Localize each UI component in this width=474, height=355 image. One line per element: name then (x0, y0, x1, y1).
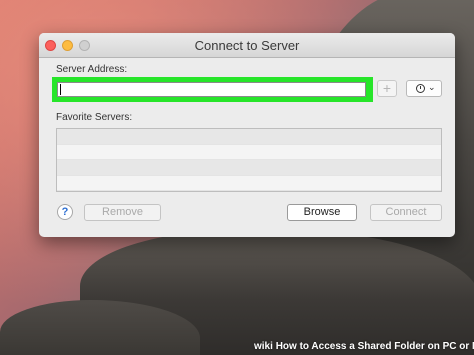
desktop-background: Connect to Server Server Address: + ⌄ Fa… (0, 0, 474, 355)
list-item[interactable] (57, 160, 441, 176)
favorite-servers-label: Favorite Servers: (56, 112, 133, 123)
watermark-text: How to Access a Shared Folder on PC or M… (275, 341, 474, 352)
watermark: wiki How to Access a Shared Folder on PC… (254, 341, 474, 352)
server-address-label: Server Address: (56, 64, 128, 75)
add-favorite-button[interactable]: + (377, 80, 397, 97)
help-button[interactable]: ? (57, 204, 73, 220)
title-bar[interactable]: Connect to Server (39, 33, 455, 58)
recent-servers-button[interactable]: ⌄ (406, 80, 442, 97)
chevron-down-icon: ⌄ (428, 82, 436, 92)
list-item[interactable] (57, 144, 441, 160)
list-item[interactable] (57, 129, 441, 145)
clock-icon (416, 84, 425, 93)
favorite-servers-list[interactable] (56, 128, 442, 192)
watermark-bar: wiki How to Access a Shared Folder on PC… (0, 341, 474, 355)
connect-to-server-dialog: Connect to Server Server Address: + ⌄ Fa… (39, 33, 455, 237)
window-title: Connect to Server (194, 38, 300, 53)
wiki-logo: wiki (254, 341, 273, 352)
server-address-highlight (52, 77, 373, 102)
text-cursor (60, 84, 61, 95)
list-item[interactable] (57, 175, 441, 191)
remove-button[interactable]: Remove (84, 204, 161, 221)
server-address-input[interactable] (57, 82, 366, 97)
browse-button[interactable]: Browse (287, 204, 357, 221)
connect-button[interactable]: Connect (370, 204, 442, 221)
